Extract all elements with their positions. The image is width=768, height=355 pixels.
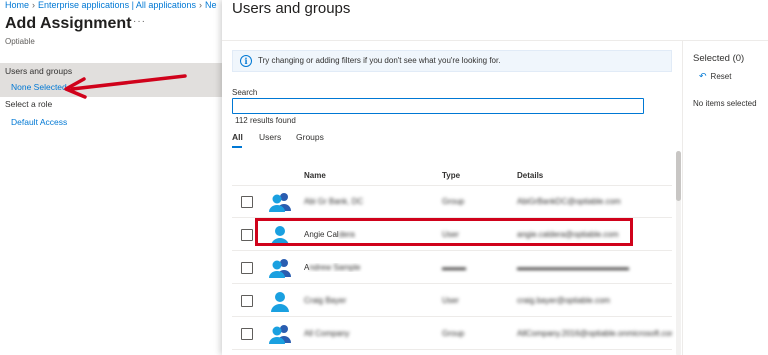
more-horizontal-icon[interactable]: ··· [133,16,146,27]
select-role-label: Select a role [5,99,53,109]
breadcrumb-home[interactable]: Home [5,0,29,10]
no-items-text: No items selected [693,99,757,108]
results-count: 112 results found [235,116,296,125]
row-type: User [442,296,459,305]
breadcrumb-separator: › [32,0,36,10]
group-icon [269,325,291,344]
blade-main: i Try changing or adding filters if you … [222,40,682,355]
table-row[interactable]: Abi Gr Bank, DC Group AbiGrBankDC@optiab… [232,186,672,218]
breadcrumb-enterprise-apps[interactable]: Enterprise applications | All applicatio… [38,0,196,10]
row-name: All Company [304,329,350,338]
row-checkbox[interactable] [241,229,253,241]
row-details: AllCompany.2016@optiable.onmicrosoft.com [517,329,672,338]
none-selected-link[interactable]: None Selected [11,82,67,92]
tab-groups[interactable]: Groups [296,132,324,142]
row-checkbox[interactable] [241,295,253,307]
row-details: craig.bayer@optiable.com [517,296,611,305]
row-type: ▬▬▬ [442,263,466,272]
blade-title: Users and groups [232,0,351,17]
reset-button[interactable]: ↶ Reset [699,71,731,82]
row-details: AbiGrBankDC@optiable.com [517,197,621,206]
column-header-name[interactable]: Name [304,171,326,180]
row-details: ▬▬▬▬▬▬▬▬▬▬▬▬▬▬ [517,263,629,272]
search-label: Search [232,88,258,97]
scrollbar[interactable] [676,151,681,355]
table-row[interactable]: All Company Group AllCompany.2016@optiab… [232,318,672,350]
page-title: Add Assignment [5,15,132,32]
table-row[interactable]: Craig Bayer User craig.bayer@optiable.co… [232,285,672,317]
row-checkbox[interactable] [241,196,253,208]
breadcrumb: Home › Enterprise applications | All appli… [5,0,216,10]
users-and-groups-blade: Users and groups i Try changing or addin… [222,0,768,355]
selected-count-title: Selected (0) [693,53,745,64]
info-bar: i Try changing or adding filters if you … [232,50,672,72]
row-type: Group [442,329,465,338]
group-icon [269,193,291,212]
row-checkbox[interactable] [241,328,253,340]
scrollbar-thumb[interactable] [676,151,681,201]
info-icon: i [240,55,252,67]
row-name: Craig Bayer [304,296,347,305]
info-text: Try changing or adding filters if you do… [258,56,501,65]
selected-panel: Selected (0) ↶ Reset No items selected [682,40,768,355]
tab-all[interactable]: All [232,132,243,142]
annotation-arrow-icon [64,74,187,99]
row-name-hidden: ndrew Sample [309,263,361,272]
annotation-highlight-box [255,218,633,246]
column-header-details[interactable]: Details [517,171,543,180]
column-header-type[interactable]: Type [442,171,460,180]
active-tab-indicator [232,146,242,148]
user-icon [271,292,289,312]
row-checkbox[interactable] [241,262,253,274]
row-name: Abi Gr Bank, DC [304,197,364,206]
group-icon [269,259,291,278]
tab-users[interactable]: Users [259,132,281,142]
default-access-link[interactable]: Default Access [11,117,67,127]
table-row[interactable]: Andrew Sample ▬▬▬ ▬▬▬▬▬▬▬▬▬▬▬▬▬▬ [232,252,672,284]
breadcrumb-truncated[interactable]: Ne [205,0,217,10]
reset-label: Reset [710,72,732,81]
search-input[interactable] [232,98,644,114]
page-subtitle: Optiable [5,37,35,46]
undo-icon: ↶ [699,71,707,81]
row-name: Andrew Sample [304,263,434,272]
breadcrumb-separator: › [198,0,202,10]
row-type: Group [442,197,465,206]
add-assignment-page: Home › Enterprise applications | All appli… [0,0,222,355]
